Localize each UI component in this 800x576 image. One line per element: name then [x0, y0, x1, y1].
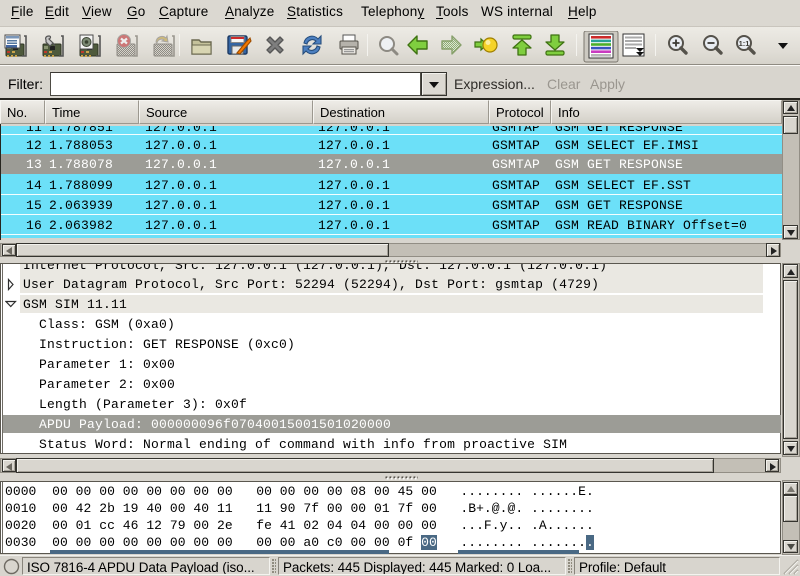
svg-text:1:1: 1:1	[739, 39, 750, 48]
